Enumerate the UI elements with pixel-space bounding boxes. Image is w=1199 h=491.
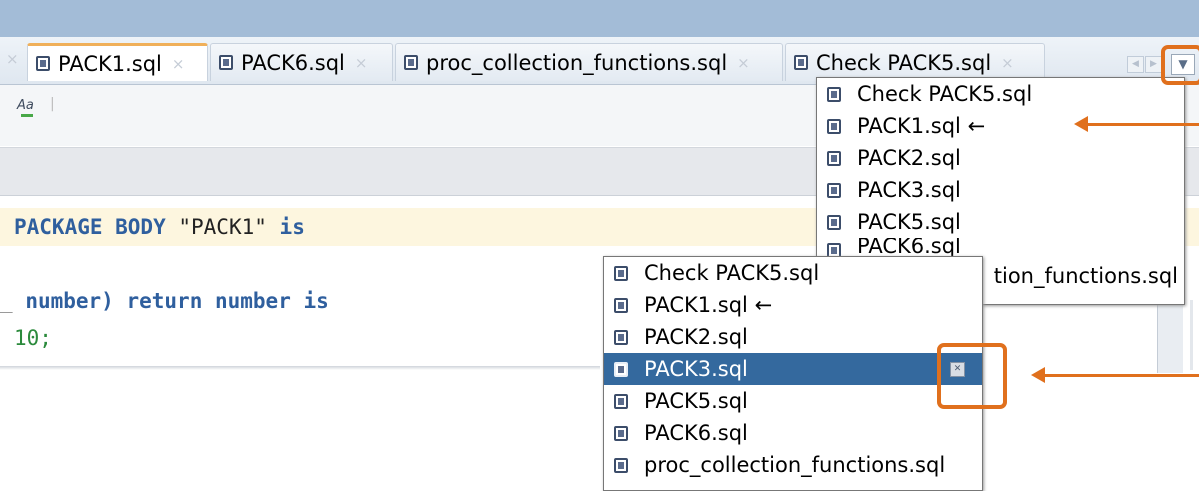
scroll-left-icon[interactable]: ◀ [1127, 56, 1144, 73]
menu-item-label: Check PACK5.sql [857, 82, 1033, 106]
code-keyword: return number is [126, 289, 329, 313]
menu-item-label: PACK1.sql ← [644, 293, 773, 317]
file-icon [614, 457, 628, 473]
tab-label: Check PACK5.sql [816, 50, 992, 75]
file-icon [404, 55, 418, 70]
code-keyword: PACKAGE BODY [14, 215, 166, 239]
code-line-3[interactable]: 10; [0, 319, 1199, 357]
menu-item-pack3[interactable]: PACK3.sql [817, 174, 1184, 206]
file-icon [614, 265, 628, 281]
file-icon [827, 182, 841, 198]
file-icon [614, 329, 628, 345]
code-fragment: _ [0, 289, 13, 313]
menu-item-pack5[interactable]: PACK5.sql [817, 206, 1184, 238]
close-icon[interactable]: × [355, 54, 368, 72]
file-icon [614, 393, 628, 409]
menu-item-label: PACK5.sql [644, 389, 748, 413]
menu-item-pack2[interactable]: PACK2.sql [604, 321, 982, 353]
code-keyword: number) [25, 289, 114, 313]
menu-item-pack1[interactable]: PACK1.sql ← [604, 289, 982, 321]
code-number: 10; [14, 326, 52, 350]
menu-item-pack3[interactable]: PACK3.sql ✕ [604, 353, 982, 385]
menu-item-proc-collection-functions[interactable]: proc_collection_functions.sql [604, 449, 982, 481]
menu-item-label: PACK3.sql [857, 178, 961, 202]
file-icon [219, 55, 233, 70]
editor-bottom-edge [0, 366, 600, 370]
menu-item-label: PACK2.sql [644, 325, 748, 349]
file-icon [794, 55, 808, 70]
annotation-highlight-box [1161, 45, 1199, 85]
annotation-arrow [1074, 116, 1199, 132]
menu-item-check-pack5[interactable]: Check PACK5.sql [604, 257, 982, 289]
file-icon [36, 56, 50, 71]
tab-label: proc_collection_functions.sql [426, 50, 728, 75]
code-keyword: is [279, 215, 305, 239]
code-string: "PACK1" [178, 215, 267, 239]
annotation-highlight-box [937, 343, 1007, 409]
close-icon[interactable]: × [6, 50, 19, 68]
file-icon [614, 297, 628, 313]
close-icon[interactable]: × [737, 54, 750, 72]
tab-list-dropdown-zoom: Check PACK5.sql PACK1.sql ← PACK2.sql PA… [603, 256, 983, 491]
menu-item-label: tion_functions.sql [993, 264, 1178, 288]
annotation-arrow [1031, 367, 1199, 383]
file-icon [614, 425, 628, 441]
match-case-icon[interactable]: Aa [17, 98, 34, 117]
side-panel-edge [1190, 300, 1193, 370]
file-icon [827, 118, 841, 134]
menu-item-label: PACK6.sql [857, 238, 961, 258]
menu-item-check-pack5[interactable]: Check PACK5.sql [817, 78, 1184, 110]
tab-label: PACK6.sql [241, 50, 345, 75]
menu-item-pack6[interactable]: PACK6.sql [604, 417, 982, 449]
scroll-right-icon[interactable]: ▶ [1145, 56, 1162, 73]
file-icon [827, 214, 841, 230]
window-titlebar [0, 0, 1199, 37]
menu-item-label: PACK2.sql [857, 146, 961, 170]
tab-pack6[interactable]: PACK6.sql × [210, 43, 393, 81]
menu-item-pack1[interactable]: PACK1.sql ← [817, 110, 1184, 142]
menu-item-pack2[interactable]: PACK2.sql [817, 142, 1184, 174]
menu-item-label: proc_collection_functions.sql [644, 453, 946, 477]
tab-label: PACK1.sql [58, 51, 162, 76]
close-icon[interactable]: × [172, 55, 185, 73]
tab-check-pack5[interactable]: Check PACK5.sql × [785, 43, 1045, 81]
file-icon [827, 150, 841, 166]
menu-item-label: PACK3.sql [644, 357, 748, 381]
file-icon [827, 86, 841, 102]
toolbar-separator: | [50, 96, 55, 112]
tab-proc-collection-functions[interactable]: proc_collection_functions.sql × [395, 43, 783, 81]
file-icon [614, 361, 628, 377]
menu-item-label: Check PACK5.sql [644, 261, 820, 285]
menu-item-pack6[interactable]: PACK6.sql [817, 238, 1184, 258]
menu-item-label: PACK1.sql ← [857, 114, 986, 138]
menu-item-label: PACK5.sql [857, 210, 961, 234]
menu-item-label: PACK6.sql [644, 421, 748, 445]
menu-item-pack5[interactable]: PACK5.sql [604, 385, 982, 417]
side-panel [1157, 303, 1183, 373]
tab-pack1[interactable]: PACK1.sql × [27, 43, 208, 81]
close-icon[interactable]: × [1001, 54, 1014, 72]
